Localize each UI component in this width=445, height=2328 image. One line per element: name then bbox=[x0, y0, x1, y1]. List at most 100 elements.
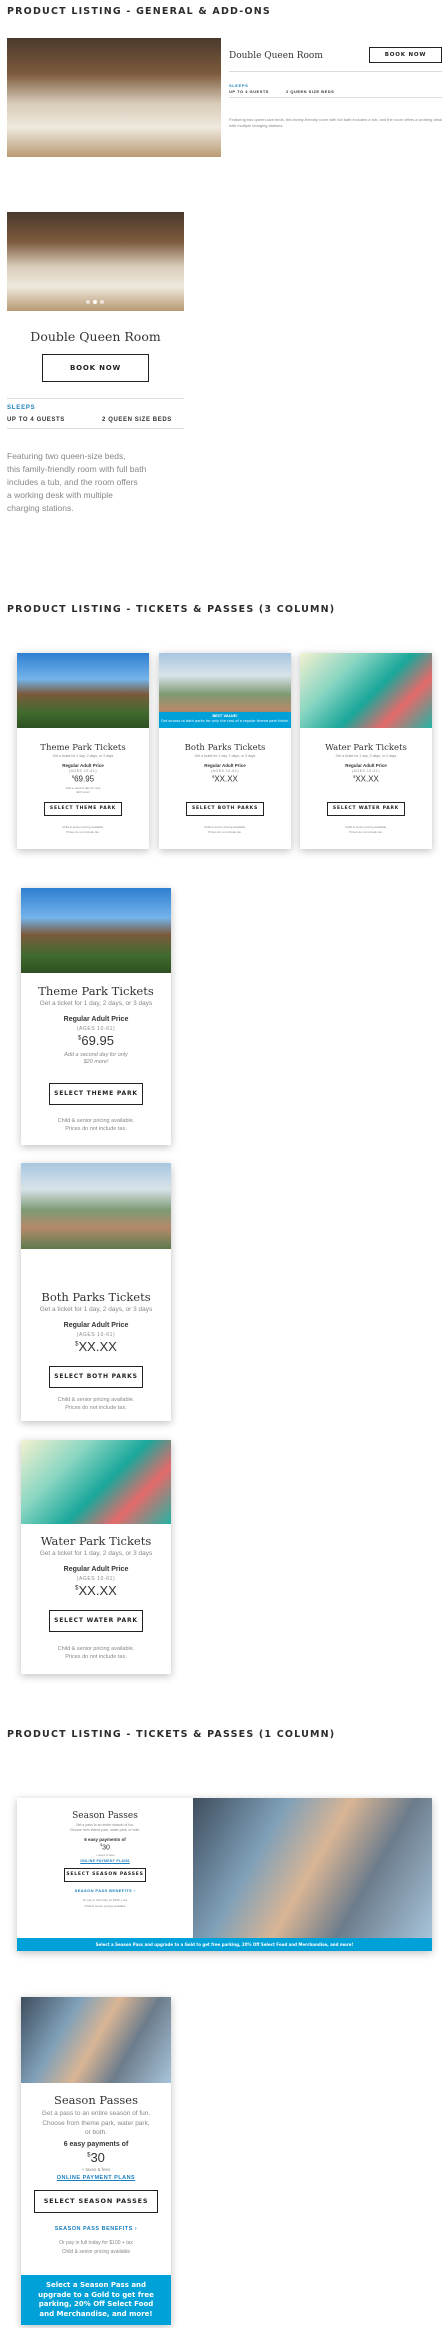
ticket-card-water: Water Park Tickets Get a ticket for 1 da… bbox=[300, 653, 432, 849]
ticket-image bbox=[21, 888, 171, 973]
fees-note-mobile: + taxes & fees bbox=[81, 2167, 111, 2172]
ticket-title: Both Parks Tickets bbox=[41, 1290, 151, 1304]
section-heading-three-column: PRODUCT LISTING - TICKETS & PASSES (3 CO… bbox=[7, 604, 336, 615]
select-both-parks-button[interactable]: SELECT BOTH PARKS bbox=[186, 802, 264, 816]
online-payment-plans-link-mobile[interactable]: ONLINE PAYMENT PLANS bbox=[21, 2175, 171, 2181]
price-value: $XX.XX bbox=[212, 774, 238, 784]
season-pass-card-mobile: Season Passes Get a pass to an entire se… bbox=[21, 1997, 171, 2325]
book-now-button[interactable]: BOOK NOW bbox=[369, 47, 442, 63]
ticket-image bbox=[21, 1163, 171, 1249]
select-both-parks-button-mobile[interactable]: SELECT BOTH PARKS bbox=[49, 1366, 143, 1388]
select-water-park-button-mobile[interactable]: SELECT WATER PARK bbox=[49, 1610, 143, 1632]
pay-in-full-note: Or pay in full today for $100 + tax bbox=[82, 1898, 128, 1902]
ticket-title: Water Park Tickets bbox=[325, 743, 407, 753]
carousel-dot-active[interactable] bbox=[93, 300, 97, 304]
guests-value-mobile: UP TO 4 GUESTS bbox=[7, 417, 65, 423]
season-pass-image bbox=[21, 1997, 171, 2083]
ticket-card-water-mobile: Water Park Tickets Get a ticket for 1 da… bbox=[21, 1440, 171, 1674]
select-theme-park-button[interactable]: SELECT THEME PARK bbox=[44, 802, 122, 816]
gold-upgrade-strip-mobile: Select a Season Pass and upgrade to a Go… bbox=[21, 2275, 171, 2325]
ticket-fine-print: Child & senior pricing available. Prices … bbox=[57, 1646, 135, 1660]
ticket-title: Theme Park Tickets bbox=[40, 743, 126, 753]
price-note: Add a second day for only $20 more! bbox=[64, 1052, 128, 1065]
guests-value: UP TO 4 GUESTS bbox=[229, 89, 269, 94]
pricing-note: Child & senior pricing available bbox=[84, 1904, 126, 1908]
ticket-fine-print: Child & senior pricing available. Prices … bbox=[57, 1397, 135, 1411]
room-title: Double Queen Room bbox=[229, 51, 323, 61]
ticket-card-theme: Theme Park Tickets Get a ticket for 1 da… bbox=[17, 653, 149, 849]
price-value: $69.95 bbox=[71, 774, 95, 784]
pricing-note-mobile: Child & senior pricing available bbox=[61, 2249, 131, 2255]
payment-amount-mobile: $30 bbox=[87, 2150, 105, 2165]
price-note: Add a second day for only $20 more! bbox=[65, 786, 101, 794]
beds-value: 2 QUEEN SIZE BEDS bbox=[286, 89, 335, 94]
ticket-fine-print: Child & senior pricing available. Prices … bbox=[204, 825, 246, 834]
divider bbox=[7, 398, 184, 399]
price-ages: (AGES 10-61) bbox=[211, 769, 239, 773]
ticket-subtitle: Get a ticket for 1 day, 2 days, or 3 day… bbox=[39, 1550, 153, 1557]
carousel-dot[interactable] bbox=[86, 300, 90, 304]
payment-amount: $30 bbox=[100, 1843, 110, 1852]
select-season-passes-button-mobile[interactable]: SELECT SEASON PASSES bbox=[34, 2190, 158, 2213]
room-photo-carousel[interactable] bbox=[7, 212, 184, 311]
ticket-title: Both Parks Tickets bbox=[184, 743, 266, 753]
price-label: Regular Adult Price bbox=[62, 763, 104, 768]
price-ages: (AGES 10-61) bbox=[352, 769, 380, 773]
season-pass-benefits-link-mobile[interactable]: SEASON PASS BENEFITS › bbox=[21, 2226, 171, 2232]
ticket-subtitle: Get a ticket for 1 day, 2 days, or 3 day… bbox=[39, 1306, 153, 1313]
season-pass-image bbox=[193, 1798, 432, 1938]
room-title-mobile: Double Queen Room bbox=[30, 329, 161, 344]
chevron-right-icon: › bbox=[134, 2226, 138, 2232]
price-label: Regular Adult Price bbox=[63, 1016, 129, 1023]
select-season-passes-button[interactable]: SELECT SEASON PASSES bbox=[64, 1868, 146, 1882]
payments-label-mobile: 6 easy payments of bbox=[63, 2141, 129, 2148]
select-theme-park-button-mobile[interactable]: SELECT THEME PARK bbox=[49, 1083, 143, 1105]
ticket-card-theme-mobile: Theme Park Tickets Get a ticket for 1 da… bbox=[21, 888, 171, 1145]
price-value: $69.95 bbox=[78, 1033, 114, 1048]
payments-label: 6 easy payments of bbox=[84, 1837, 126, 1842]
ticket-image bbox=[21, 1440, 171, 1524]
price-label: Regular Adult Price bbox=[63, 1322, 129, 1329]
price-ages: (AGES 10-61) bbox=[76, 1026, 116, 1032]
ticket-subtitle: Get a ticket for 1 day, 2 days, or 3 day… bbox=[52, 754, 114, 758]
season-pass-benefits-link[interactable]: SEASON PASS BENEFITS › bbox=[17, 1888, 193, 1893]
price-label: Regular Adult Price bbox=[63, 1566, 129, 1573]
ticket-title: Water Park Tickets bbox=[40, 1534, 152, 1548]
season-pass-card: Season Passes Get a pass to an entire se… bbox=[17, 1798, 432, 1951]
divider bbox=[7, 428, 184, 429]
sleeps-label: SLEEPS bbox=[229, 83, 249, 88]
section-heading-one-column: PRODUCT LISTING - TICKETS & PASSES (1 CO… bbox=[7, 1729, 336, 1740]
chevron-right-icon: › bbox=[133, 1888, 136, 1893]
room-photo bbox=[7, 38, 221, 157]
best-value-badge: BEST VALUE! Get access to both parks for… bbox=[159, 712, 291, 728]
online-payment-plans-link[interactable]: ONLINE PAYMENT PLANS bbox=[17, 1859, 193, 1863]
ticket-card-both: BEST VALUE! Get access to both parks for… bbox=[159, 653, 291, 849]
price-value: $XX.XX bbox=[75, 1339, 117, 1354]
price-ages: (AGES 10-61) bbox=[69, 769, 97, 773]
ticket-subtitle: Get a ticket for 1 day, 2 days, or 3 day… bbox=[335, 754, 397, 758]
ticket-title: Theme Park Tickets bbox=[38, 984, 154, 998]
section-heading-general: PRODUCT LISTING - GENERAL & ADD-ONS bbox=[7, 6, 271, 17]
ticket-subtitle: Get a ticket for 1 day, 2 days, or 3 day… bbox=[194, 754, 256, 758]
book-now-button-mobile[interactable]: BOOK NOW bbox=[42, 354, 149, 382]
room-description-mobile: Featuring two queen-size beds, this fami… bbox=[7, 451, 147, 513]
ticket-fine-print: Child & senior pricing available. Prices … bbox=[62, 825, 104, 834]
ticket-image bbox=[17, 653, 149, 728]
ticket-image bbox=[300, 653, 432, 728]
carousel-dot[interactable] bbox=[100, 300, 104, 304]
fees-note: + taxes & fees bbox=[95, 1853, 115, 1857]
ticket-fine-print: Child & senior pricing available. Prices … bbox=[345, 825, 387, 834]
gold-upgrade-strip: Select a Season Pass and upgrade to a Go… bbox=[17, 1938, 432, 1951]
price-label: Regular Adult Price bbox=[345, 763, 387, 768]
season-description-mobile: Get a pass to an entire season of fun. Ch… bbox=[41, 2110, 151, 2136]
pay-in-full-note-mobile: Or pay in full today for $100 + tax bbox=[59, 2240, 133, 2246]
beds-value-mobile: 2 QUEEN SIZE BEDS bbox=[102, 417, 172, 423]
select-water-park-button[interactable]: SELECT WATER PARK bbox=[327, 802, 405, 816]
divider bbox=[229, 97, 442, 98]
ticket-subtitle: Get a ticket for 1 day, 2 days, or 3 day… bbox=[39, 1000, 153, 1007]
price-ages: (AGES 10-61) bbox=[76, 1332, 116, 1338]
price-label: Regular Adult Price bbox=[204, 763, 246, 768]
ticket-card-both-mobile: Both Parks Tickets Get a ticket for 1 da… bbox=[21, 1163, 171, 1421]
room-description: Featuring two queen-size beds, this fami… bbox=[229, 117, 442, 128]
season-description: Get a pass to an entire season of fun. Ch… bbox=[69, 1823, 141, 1832]
